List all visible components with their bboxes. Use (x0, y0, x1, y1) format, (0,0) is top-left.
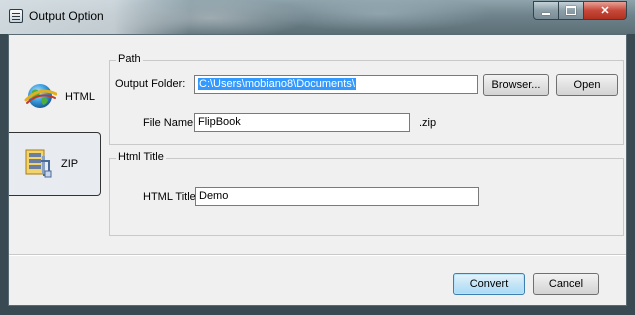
minimize-button[interactable] (533, 1, 559, 20)
output-folder-value: C:\Users\mobiano8\Documents\ (198, 78, 356, 90)
app-icon (9, 9, 23, 23)
output-option-window: Output Option ✕ HTML ZIP Path Output Fol… (0, 0, 635, 315)
path-group: Path (109, 53, 624, 145)
window-title: Output Option (29, 9, 104, 23)
title-bar[interactable]: Output Option ✕ (0, 0, 635, 34)
tab-strip: HTML ZIP (9, 35, 109, 305)
output-folder-field[interactable]: C:\Users\mobiano8\Documents\ (194, 75, 478, 94)
html-title-label: HTML Title (143, 191, 196, 203)
output-folder-label: Output Folder: (115, 78, 186, 90)
html-title-field[interactable]: Demo (195, 187, 479, 206)
path-group-legend: Path (116, 53, 143, 65)
footer-divider (9, 254, 626, 256)
browse-button[interactable]: Browser... (483, 74, 549, 96)
minimize-icon (542, 12, 550, 15)
tab-html-label: HTML (65, 91, 95, 103)
tab-zip-label: ZIP (61, 158, 79, 170)
close-icon: ✕ (600, 5, 610, 17)
cancel-button[interactable]: Cancel (533, 273, 599, 295)
dialog-body: HTML ZIP Path Output Folder: C:\Users\mo… (8, 34, 627, 306)
maximize-button[interactable] (559, 1, 584, 20)
open-button[interactable]: Open (556, 74, 618, 96)
tab-html[interactable]: HTML (9, 67, 109, 127)
close-button[interactable]: ✕ (584, 1, 627, 20)
globe-icon (23, 79, 58, 116)
caption-buttons: ✕ (533, 1, 627, 21)
zip-archive-icon (23, 147, 53, 182)
tab-content-zip: Path Output Folder: C:\Users\mobiano8\Do… (101, 35, 626, 305)
tab-zip[interactable]: ZIP (9, 132, 101, 196)
file-name-field[interactable]: FlipBook (194, 113, 410, 132)
maximize-icon (566, 6, 576, 15)
file-extension-label: .zip (419, 117, 437, 129)
file-name-label: File Name: (143, 117, 197, 129)
convert-button[interactable]: Convert (453, 273, 525, 295)
html-title-group-legend: Html Title (116, 151, 166, 163)
